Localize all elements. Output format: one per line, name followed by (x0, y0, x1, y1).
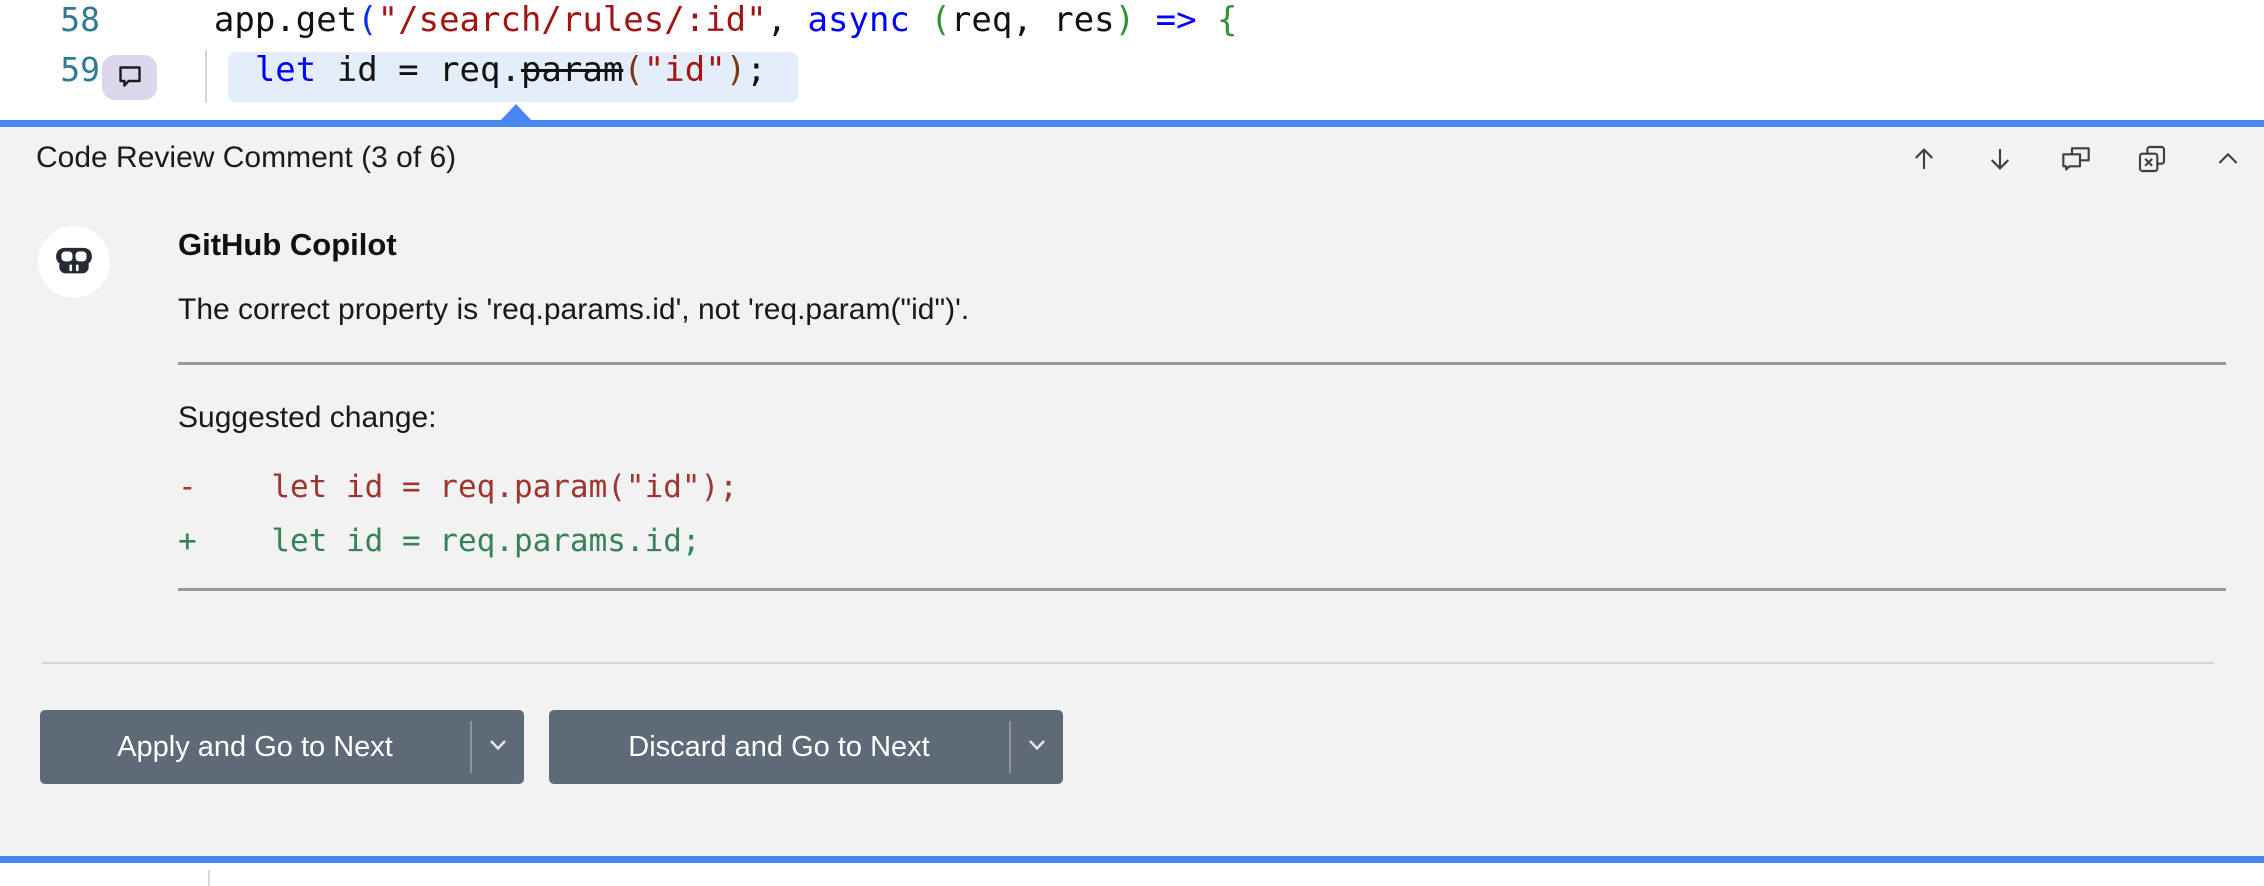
code-line-58: 58 app.get("/search/rules/:id", async (r… (0, 0, 2264, 50)
github-copilot-icon (51, 237, 97, 288)
code-editor: 58 app.get("/search/rules/:id", async (r… (0, 0, 2264, 120)
next-comment-button[interactable] (1976, 137, 2024, 185)
chevron-down-icon (1027, 738, 1047, 757)
apply-dropdown-button[interactable] (472, 710, 524, 784)
discard-dropdown-button[interactable] (1011, 710, 1063, 784)
apply-and-go-to-next-button[interactable]: Apply and Go to Next (40, 710, 524, 784)
widget-top-border (0, 120, 2264, 127)
avatar (38, 226, 110, 298)
apply-button-label[interactable]: Apply and Go to Next (40, 710, 470, 784)
discard-button-label[interactable]: Discard and Go to Next (549, 710, 1009, 784)
comment-discussion-icon (2060, 143, 2092, 180)
suggestion-label: Suggested change: (178, 401, 437, 435)
chevron-up-icon (2212, 143, 2244, 180)
indent-guide (208, 870, 210, 886)
gutter-comment-badge[interactable] (102, 55, 157, 100)
diff-removed-line: - let id = req.param("id"); (178, 469, 738, 505)
suggestion-top-divider (178, 362, 2226, 365)
diff-added-line: + let id = req.params.id; (178, 523, 701, 559)
arrow-down-icon (1984, 143, 2016, 180)
chevron-down-icon (488, 738, 508, 757)
collapse-widget-button[interactable] (2204, 137, 2252, 185)
previous-comment-button[interactable] (1900, 137, 1948, 185)
close-all-icon (2136, 143, 2168, 180)
code-review-widget-screen: 58 app.get("/search/rules/:id", async (r… (0, 0, 2264, 886)
discard-and-go-to-next-button[interactable]: Discard and Go to Next (549, 710, 1063, 784)
widget-anchor-arrow (500, 104, 532, 121)
comment-body-text: The correct property is 'req.params.id',… (178, 293, 969, 327)
widget-toolbar (1900, 134, 2252, 188)
show-all-comments-button[interactable] (2052, 137, 2100, 185)
actions-divider (42, 662, 2214, 664)
code-line-text: app.get("/search/rules/:id", async (req,… (0, 0, 2264, 40)
close-all-comments-button[interactable] (2128, 137, 2176, 185)
comment-bubble-icon (114, 59, 146, 96)
widget-bottom-border (0, 856, 2264, 863)
comment-author: GitHub Copilot (178, 227, 397, 263)
widget-title: Code Review Comment (3 of 6) (36, 141, 456, 175)
code-line-text: let id = req.param("id"); (0, 50, 2264, 90)
arrow-up-icon (1908, 143, 1940, 180)
suggestion-bottom-divider (178, 588, 2226, 591)
editor-below-widget (0, 863, 2264, 886)
